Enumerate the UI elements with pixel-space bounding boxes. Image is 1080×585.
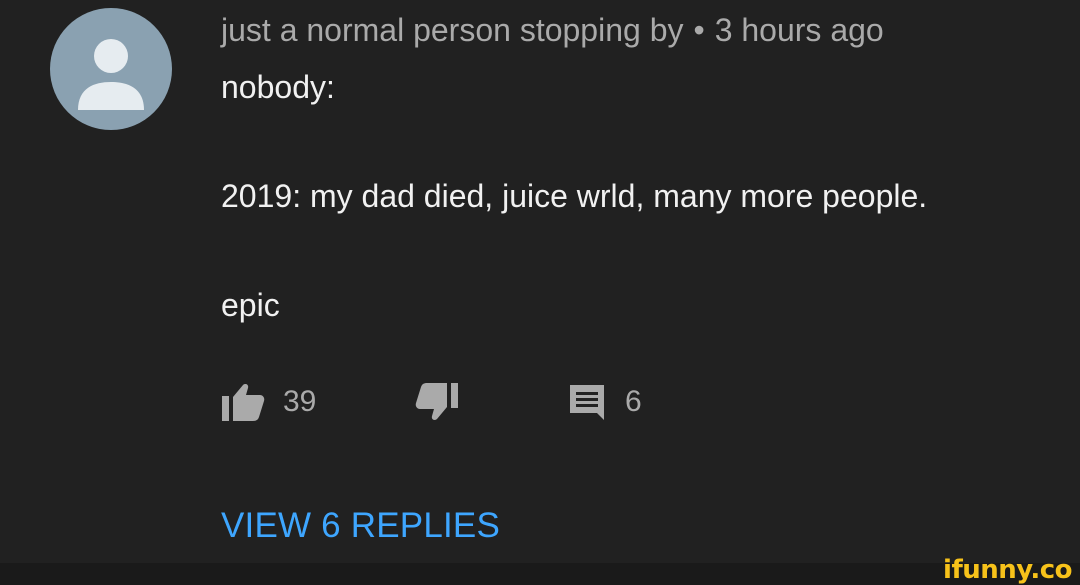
comment-timestamp[interactable]: 3 hours ago [715,12,884,48]
default-avatar-icon [78,39,144,110]
like-button[interactable]: 39 [221,380,316,424]
comment-header: just a normal person stopping by • 3 hours… [221,10,884,50]
reply-count: 6 [625,385,642,418]
comment-text-line: nobody: [221,69,335,105]
dislike-button[interactable] [415,380,459,424]
thumbs-down-icon [415,382,459,422]
comment-text-line: epic [221,287,280,323]
like-count: 39 [283,385,317,418]
view-replies-link[interactable]: VIEW 6 REPLIES [221,505,500,547]
ifunny-watermark: ifunny.co [943,555,1072,585]
reply-button[interactable]: 6 [567,380,642,424]
comment-text-line: 2019: my dad died, juice wrld, many more… [221,178,928,214]
header-separator: • [693,12,705,48]
author-name[interactable]: just a normal person stopping by [221,12,683,48]
comment-thread: just a normal person stopping by • 3 hours… [0,0,1080,563]
comment-actions: 39 6 [221,380,821,424]
comment-icon [567,382,607,422]
thumbs-up-icon [221,382,265,422]
avatar[interactable] [50,8,172,130]
watermark-bar [0,563,1080,585]
